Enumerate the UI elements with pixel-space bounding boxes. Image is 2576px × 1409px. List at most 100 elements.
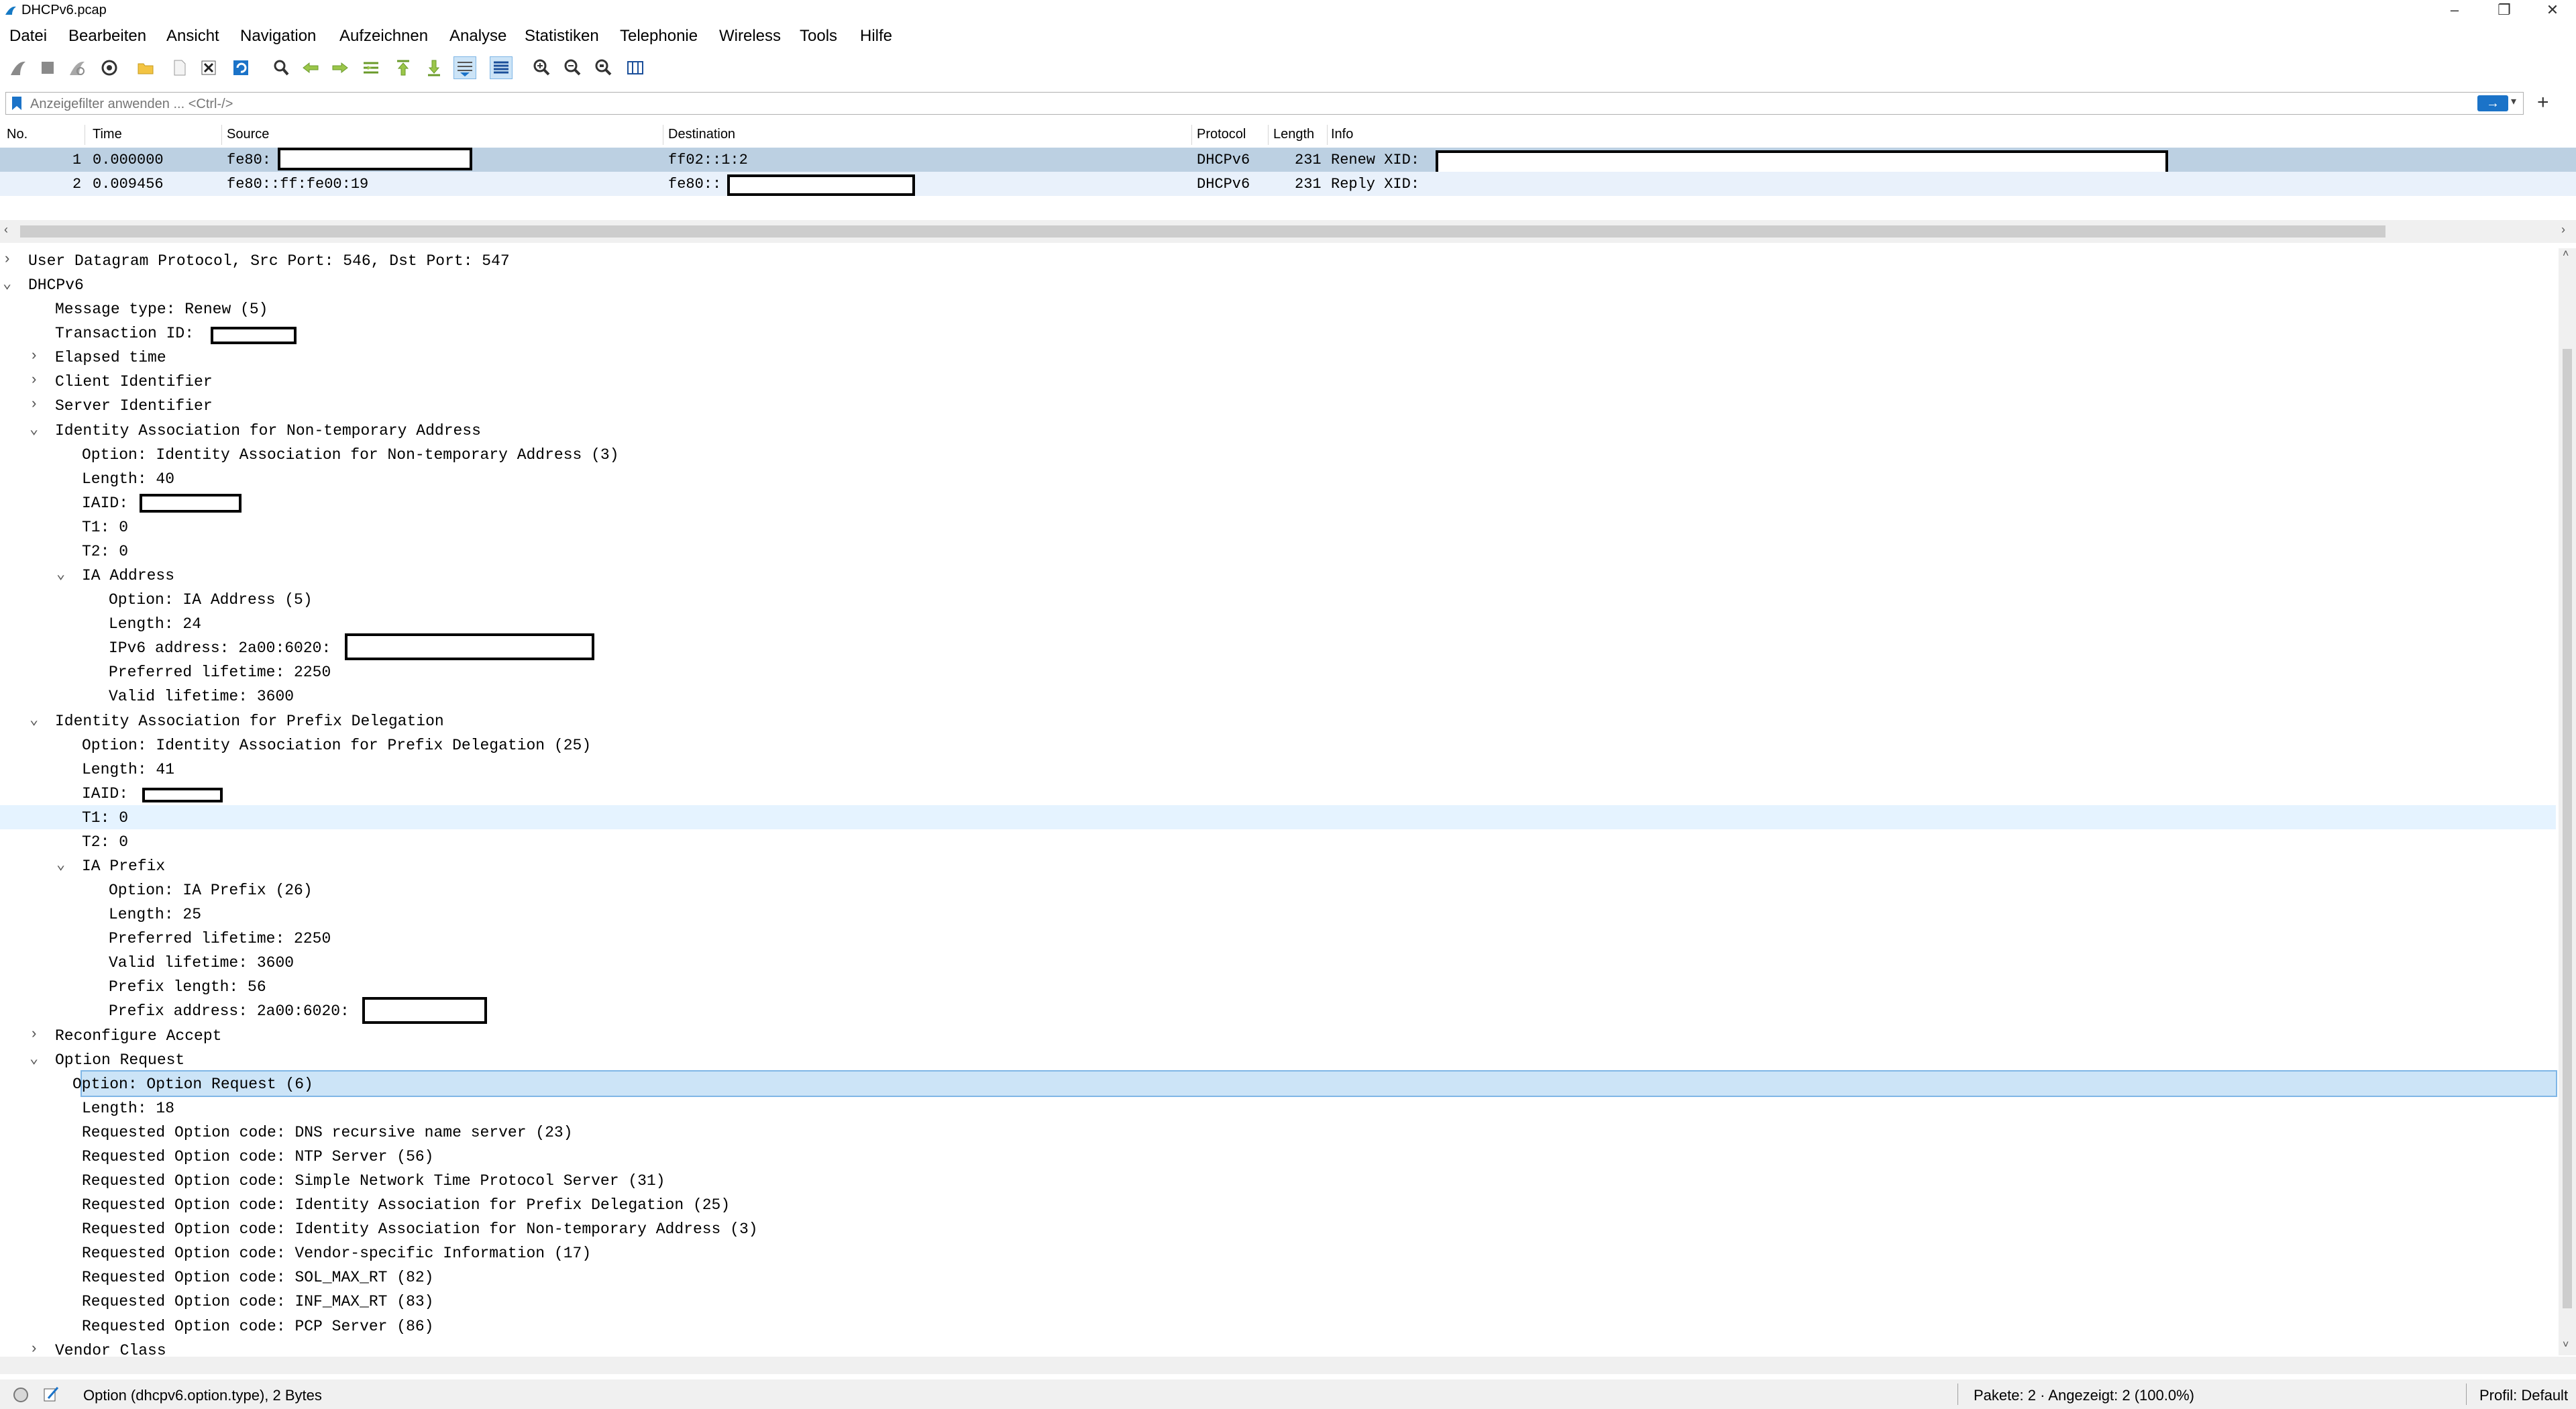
- bookmark-icon[interactable]: [9, 95, 25, 111]
- vertical-scroll-thumb[interactable]: [2563, 349, 2572, 1308]
- tree-item[interactable]: › Elapsed time: [0, 345, 2556, 369]
- stop-square-icon[interactable]: [36, 56, 59, 79]
- tree-item[interactable]: › Server Identifier: [0, 393, 2556, 417]
- menu-aufzeichnen[interactable]: Aufzeichnen: [339, 27, 428, 46]
- scroll-left-icon[interactable]: ‹: [4, 223, 8, 237]
- column-header-length[interactable]: Length: [1273, 127, 1314, 142]
- tree-item[interactable]: › Client Identifier: [0, 369, 2556, 393]
- menu-bearbeiten[interactable]: Bearbeiten: [68, 27, 146, 46]
- tree-item[interactable]: ⌄ Identity Association for Prefix Delegat…: [0, 709, 2556, 733]
- restore-button[interactable]: ❐: [2481, 0, 2528, 21]
- zoom-in-icon[interactable]: [530, 56, 553, 79]
- first-packet-icon[interactable]: [392, 56, 415, 79]
- column-header-info[interactable]: Info: [1331, 127, 1353, 142]
- capture-options-gear-icon[interactable]: [98, 56, 121, 79]
- tree-item[interactable]: Preferred lifetime: 2250: [0, 926, 2556, 950]
- menu-navigation[interactable]: Navigation: [240, 27, 316, 46]
- scroll-right-icon[interactable]: ›: [2561, 223, 2565, 237]
- tree-item[interactable]: Requested Option code: NTP Server (56): [0, 1144, 2556, 1168]
- column-header-source[interactable]: Source: [227, 127, 269, 142]
- tree-item[interactable]: Transaction ID:: [0, 321, 2556, 345]
- tree-item[interactable]: Option: IA Prefix (26): [0, 878, 2556, 902]
- apply-filter-button[interactable]: →: [2477, 95, 2508, 111]
- column-header-time[interactable]: Time: [93, 127, 122, 142]
- tree-item[interactable]: Prefix length: 56: [0, 974, 2556, 998]
- collapse-arrow-icon[interactable]: ⌄: [30, 1050, 38, 1067]
- column-header-protocol[interactable]: Protocol: [1197, 127, 1246, 142]
- menu-hilfe[interactable]: Hilfe: [860, 27, 892, 46]
- tree-item[interactable]: Preferred lifetime: 2250: [0, 660, 2556, 684]
- tree-item[interactable]: Valid lifetime: 3600: [0, 684, 2556, 708]
- packet-row[interactable]: 2 0.009456 fe80::ff:fe00:19 fe80:: DHCPv…: [0, 172, 2576, 196]
- tree-item[interactable]: Requested Option code: SOL_MAX_RT (82): [0, 1265, 2556, 1289]
- column-separator[interactable]: [1268, 125, 1269, 145]
- horizontal-scroll-thumb[interactable]: [20, 225, 2385, 238]
- tree-item[interactable]: › User Datagram Protocol, Src Port: 546, …: [0, 248, 2556, 272]
- scroll-down-icon[interactable]: ˅: [2563, 1339, 2569, 1351]
- column-separator[interactable]: [221, 125, 222, 145]
- tree-item[interactable]: Option: IA Address (5): [0, 587, 2556, 611]
- tree-item[interactable]: ⌄ IA Address: [0, 563, 2556, 587]
- collapse-arrow-icon[interactable]: ⌄: [56, 566, 65, 583]
- tree-item[interactable]: › Reconfigure Accept: [0, 1023, 2556, 1047]
- tree-item[interactable]: IAID:: [0, 781, 2556, 805]
- packet-row[interactable]: 1 0.000000 fe80: ff02::1:2 DHCPv6 231 Re…: [0, 148, 2576, 193]
- shark-fin-start-icon[interactable]: [7, 56, 30, 79]
- details-vertical-scrollbar[interactable]: ˄ ˅: [2559, 248, 2576, 1355]
- expand-arrow-icon[interactable]: ›: [30, 1341, 38, 1355]
- tree-item[interactable]: Length: 25: [0, 902, 2556, 926]
- tree-item[interactable]: Option: Identity Association for Non-tem…: [0, 442, 2556, 466]
- collapse-arrow-icon[interactable]: ⌄: [30, 421, 38, 438]
- collapse-arrow-icon[interactable]: ⌄: [30, 711, 38, 729]
- tree-item[interactable]: T1: 0: [0, 804, 2556, 829]
- tree-item[interactable]: Valid lifetime: 3600: [0, 950, 2556, 974]
- expand-arrow-icon[interactable]: ›: [30, 1026, 38, 1043]
- scroll-up-icon[interactable]: ˄: [2563, 248, 2569, 260]
- open-folder-icon[interactable]: [134, 56, 157, 79]
- tree-item[interactable]: T1: 0: [0, 515, 2556, 539]
- menu-analyse[interactable]: Analyse: [449, 27, 506, 46]
- add-filter-button[interactable]: +: [2537, 91, 2549, 114]
- minimize-button[interactable]: –: [2431, 0, 2478, 21]
- expand-arrow-icon[interactable]: ›: [30, 348, 38, 364]
- collapse-arrow-icon[interactable]: ⌄: [56, 856, 65, 874]
- tree-item[interactable]: Option: Identity Association for Prefix …: [0, 733, 2556, 757]
- tree-item[interactable]: IAID:: [0, 490, 2556, 515]
- tree-item[interactable]: ⌄ IA Prefix: [0, 853, 2556, 878]
- menu-statistiken[interactable]: Statistiken: [525, 27, 599, 46]
- zoom-normal-icon[interactable]: [592, 56, 614, 79]
- tree-item[interactable]: Requested Option code: Simple Network Ti…: [0, 1168, 2556, 1192]
- forward-arrow-icon[interactable]: [329, 56, 352, 79]
- expand-arrow-icon[interactable]: ›: [3, 251, 11, 268]
- column-header-no[interactable]: No.: [7, 127, 28, 142]
- tree-item[interactable]: T2: 0: [0, 829, 2556, 853]
- close-window-button[interactable]: ✕: [2529, 0, 2576, 21]
- menu-ansicht[interactable]: Ansicht: [166, 27, 219, 46]
- bytes-pane-scrollbar[interactable]: [0, 1357, 2576, 1374]
- reload-icon[interactable]: [229, 56, 252, 79]
- tree-item[interactable]: › Vendor Class: [0, 1338, 2556, 1355]
- tree-item[interactable]: Requested Option code: Identity Associat…: [0, 1216, 2556, 1241]
- filter-dropdown-chevron-icon[interactable]: ▾: [2511, 95, 2516, 108]
- packet-list-horizontal-scrollbar[interactable]: ‹ ›: [0, 220, 2576, 243]
- save-file-icon[interactable]: [168, 56, 191, 79]
- tree-item[interactable]: Message type: Renew (5): [0, 297, 2556, 321]
- search-magnifier-icon[interactable]: [270, 56, 292, 79]
- tree-item[interactable]: ⌄ Identity Association for Non-temporary …: [0, 418, 2556, 442]
- tree-item[interactable]: Length: 24: [0, 611, 2556, 635]
- back-arrow-icon[interactable]: [299, 56, 322, 79]
- edit-comment-pencil-icon[interactable]: [42, 1385, 60, 1404]
- collapse-arrow-icon[interactable]: ⌄: [3, 275, 11, 293]
- tree-item[interactable]: Requested Option code: INF_MAX_RT (83): [0, 1289, 2556, 1313]
- tree-item[interactable]: T2: 0: [0, 539, 2556, 563]
- tree-item[interactable]: Requested Option code: PCP Server (86): [0, 1314, 2556, 1338]
- expand-arrow-icon[interactable]: ›: [30, 372, 38, 388]
- status-profile[interactable]: Profil: Default: [2479, 1387, 2568, 1404]
- column-separator[interactable]: [1191, 125, 1192, 145]
- tree-item[interactable]: Requested Option code: Identity Associat…: [0, 1192, 2556, 1216]
- close-file-icon[interactable]: [197, 56, 220, 79]
- menu-tools[interactable]: Tools: [800, 27, 837, 46]
- tree-item[interactable]: Requested Option code: Vendor-specific I…: [0, 1241, 2556, 1265]
- tree-item[interactable]: Length: 18: [0, 1096, 2556, 1120]
- colorize-icon[interactable]: [490, 56, 513, 79]
